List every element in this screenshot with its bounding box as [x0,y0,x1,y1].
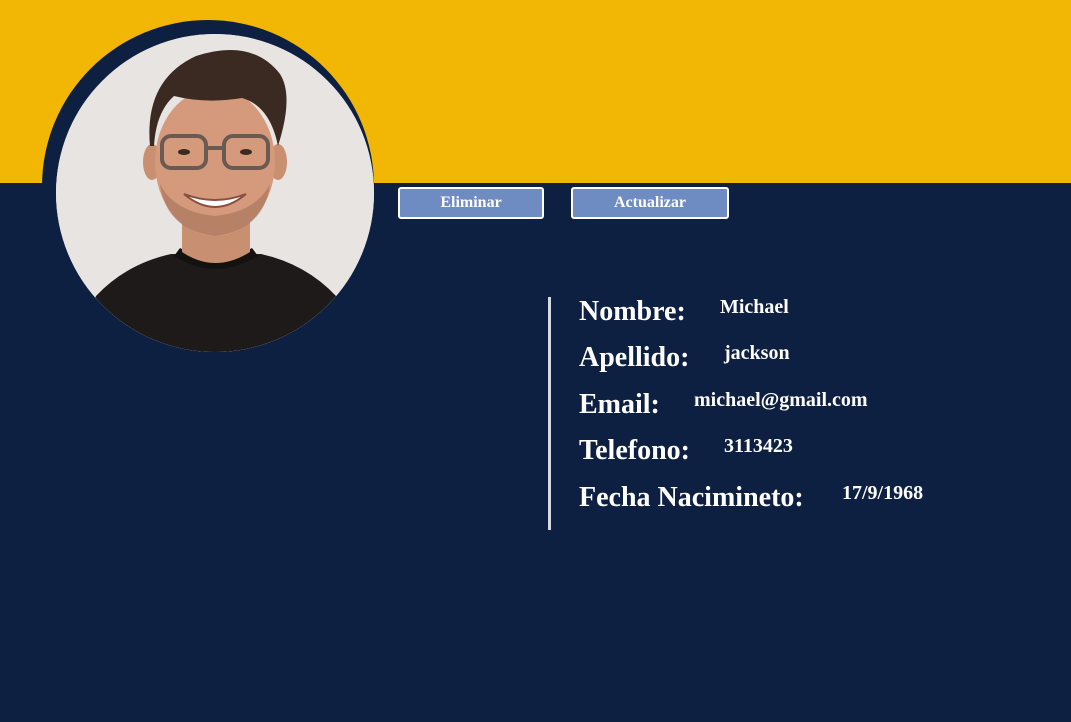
email-label: Email: [579,389,660,420]
avatar [56,34,374,352]
email-value: michael@gmail.com [694,389,868,411]
telefono-label: Telefono: [579,435,690,466]
nombre-value: Michael [720,296,789,318]
telefono-value: 3113423 [724,435,793,457]
nombre-label: Nombre: [579,296,686,327]
user-photo-icon [56,34,374,352]
fecha-label: Fecha Nacimineto: [579,482,804,513]
apellido-value: jackson [724,342,790,364]
profile-page: Eliminar Actualizar Nombre: Michael Apel… [0,0,1071,722]
update-button[interactable]: Actualizar [571,187,729,219]
details-divider [548,297,551,530]
delete-button[interactable]: Eliminar [398,187,544,219]
apellido-label: Apellido: [579,342,690,373]
fecha-value: 17/9/1968 [842,482,924,504]
avatar-frame [42,20,374,352]
